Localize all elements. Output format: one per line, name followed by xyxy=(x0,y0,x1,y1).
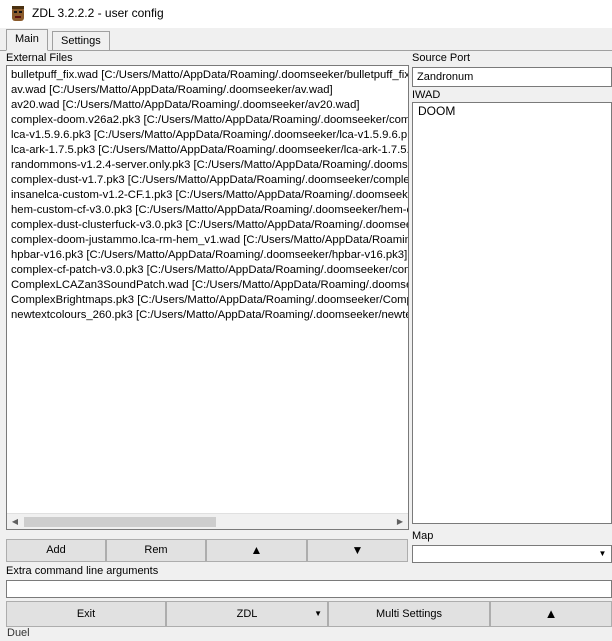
list-item[interactable]: DOOM xyxy=(413,103,611,119)
list-item[interactable]: ComplexBrightmaps.pk3 [C:/Users/Matto/Ap… xyxy=(7,293,408,308)
exit-button[interactable]: Exit xyxy=(6,601,166,627)
iwad-list[interactable]: DOOM xyxy=(412,102,612,524)
source-port-select[interactable]: Zandronum xyxy=(412,67,612,87)
dropdown-arrow-icon: ▼ xyxy=(314,609,322,618)
list-item[interactable]: complex-doom-justammo.lca-rm-hem_v1.wad … xyxy=(7,233,408,248)
map-label: Map xyxy=(412,530,434,542)
doom-face-icon xyxy=(12,6,24,21)
scroll-left-icon[interactable]: ◀ xyxy=(8,516,22,528)
list-item[interactable]: lca-ark-1.7.5.pk3 [C:/Users/Matto/AppDat… xyxy=(7,143,408,158)
move-down-button[interactable]: ▼ xyxy=(307,539,408,562)
list-item[interactable]: av20.wad [C:/Users/Matto/AppData/Roaming… xyxy=(7,98,408,113)
list-item[interactable]: hpbar-v16.pk3 [C:/Users/Matto/AppData/Ro… xyxy=(7,248,408,263)
list-item[interactable]: av.wad [C:/Users/Matto/AppData/Roaming/.… xyxy=(7,83,408,98)
status-text: Duel xyxy=(7,627,30,639)
external-files-list[interactable]: bulletpuff_fix.wad [C:/Users/Matto/AppDa… xyxy=(6,65,409,530)
zdl-button-label: ZDL xyxy=(236,608,258,620)
move-up-button[interactable]: ▲ xyxy=(206,539,307,562)
zdl-menu-button[interactable]: ZDL ▼ xyxy=(166,601,328,627)
tab-settings[interactable]: Settings xyxy=(52,31,110,50)
list-item[interactable]: complex-cf-patch-v3.0.pk3 [C:/Users/Matt… xyxy=(7,263,408,278)
multi-settings-button[interactable]: Multi Settings xyxy=(328,601,490,627)
list-item[interactable]: randommons-v1.2.4-server.only.pk3 [C:/Us… xyxy=(7,158,408,173)
add-file-button[interactable]: Add xyxy=(6,539,106,562)
list-item[interactable]: bulletpuff_fix.wad [C:/Users/Matto/AppDa… xyxy=(7,68,408,83)
list-item[interactable]: ComplexLCAZan3SoundPatch.wad [C:/Users/M… xyxy=(7,278,408,293)
iwad-label: IWAD xyxy=(412,89,441,101)
title-bar: ZDL 3.2.2.2 - user config xyxy=(0,0,612,28)
extra-args-input[interactable] xyxy=(6,580,612,598)
list-item[interactable]: complex-dust-v1.7.pk3 [C:/Users/Matto/Ap… xyxy=(7,173,408,188)
scrollbar-thumb[interactable] xyxy=(24,517,216,527)
tab-divider xyxy=(0,50,612,51)
launch-button[interactable]: ▲ xyxy=(490,601,612,627)
list-item[interactable]: insanelca-custom-v1.2-CF.1.pk3 [C:/Users… xyxy=(7,188,408,203)
map-select[interactable]: ▼ xyxy=(412,545,612,563)
remove-file-button[interactable]: Rem xyxy=(106,539,206,562)
scroll-right-icon[interactable]: ▶ xyxy=(393,516,407,528)
extra-args-label: Extra command line arguments xyxy=(6,565,159,577)
window-title: ZDL 3.2.2.2 - user config xyxy=(32,6,164,20)
list-item[interactable]: hem-custom-cf-v3.0.pk3 [C:/Users/Matto/A… xyxy=(7,203,408,218)
list-item[interactable]: complex-doom.v26a2.pk3 [C:/Users/Matto/A… xyxy=(7,113,408,128)
list-item[interactable]: complex-dust-clusterfuck-v3.0.pk3 [C:/Us… xyxy=(7,218,408,233)
list-item[interactable]: lca-v1.5.9.6.pk3 [C:/Users/Matto/AppData… xyxy=(7,128,408,143)
horizontal-scrollbar[interactable]: ◀ ▶ xyxy=(7,513,408,529)
external-files-label: External Files xyxy=(6,52,73,64)
source-port-label: Source Port xyxy=(412,52,471,64)
chevron-down-icon[interactable]: ▼ xyxy=(596,548,609,560)
tab-main[interactable]: Main xyxy=(6,29,48,51)
list-item[interactable]: newtextcolours_260.pk3 [C:/Users/Matto/A… xyxy=(7,308,408,323)
